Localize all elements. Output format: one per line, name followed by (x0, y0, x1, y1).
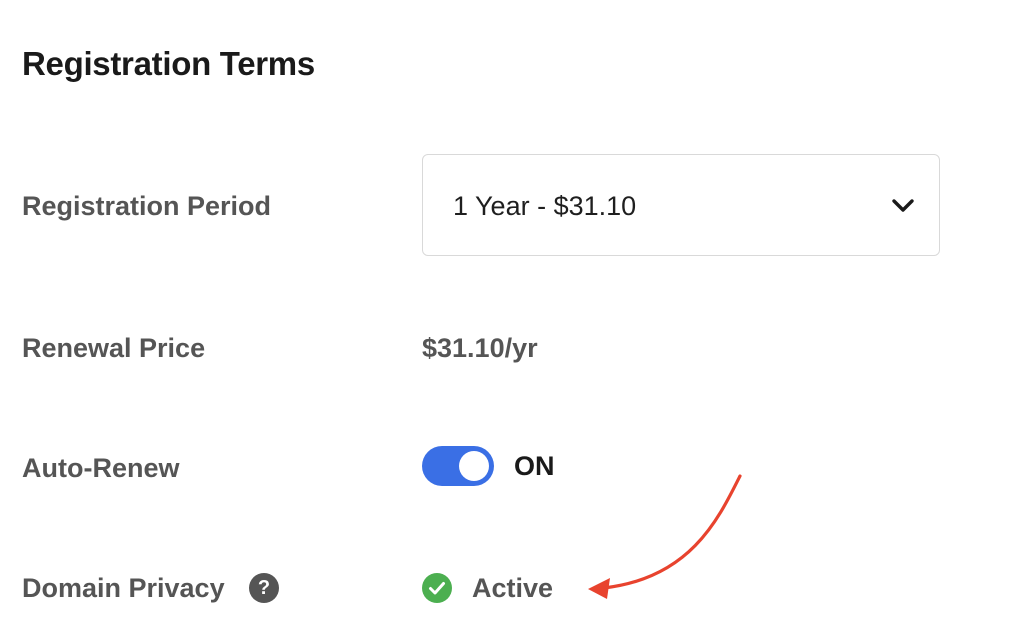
domain-privacy-status: Active (472, 573, 554, 603)
registration-period-select[interactable]: 1 Year - $31.10 (422, 154, 940, 256)
auto-renew-toggle[interactable] (422, 446, 494, 486)
auto-renew-label: Auto-Renew (22, 453, 180, 483)
auto-renew-state: ON (514, 451, 555, 481)
toggle-knob (459, 451, 489, 481)
domain-privacy-label: Domain Privacy (22, 573, 225, 603)
arrow-annotation-icon (588, 474, 742, 599)
section-title: Registration Terms (22, 45, 315, 82)
renewal-price-label: Renewal Price (22, 333, 206, 363)
renewal-price-value: $31.10/yr (422, 333, 538, 363)
registration-period-value: 1 Year - $31.10 (453, 191, 637, 221)
question-mark-icon[interactable]: ? (249, 573, 279, 603)
check-circle-icon (422, 573, 452, 603)
chevron-down-icon (892, 199, 914, 212)
registration-period-label: Registration Period (22, 191, 272, 221)
